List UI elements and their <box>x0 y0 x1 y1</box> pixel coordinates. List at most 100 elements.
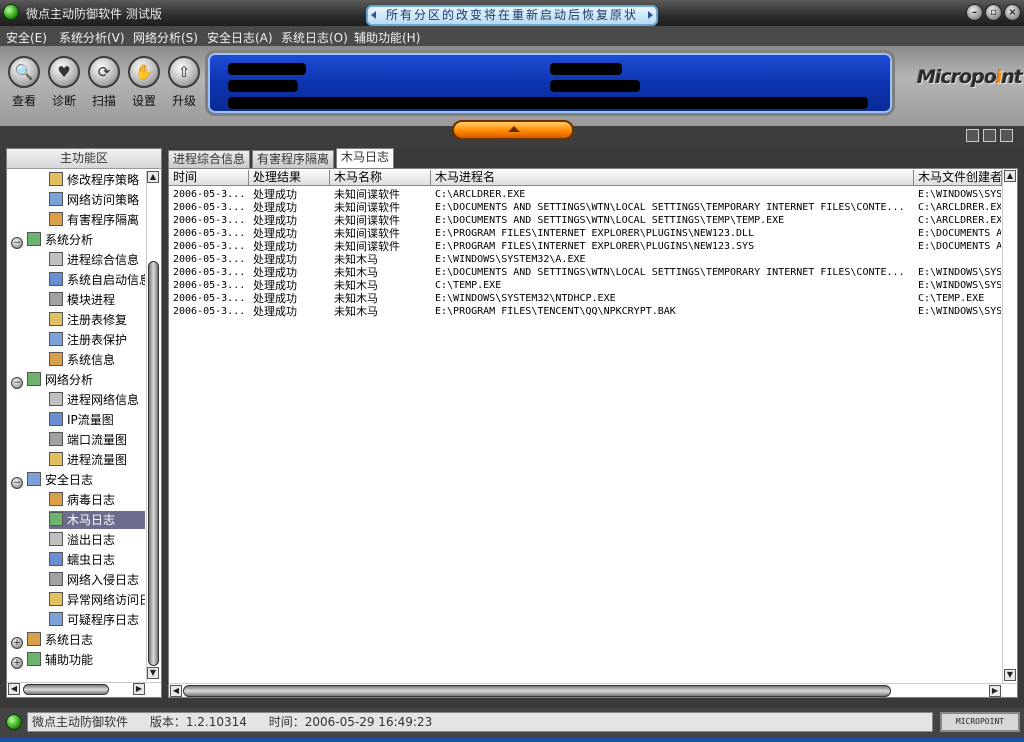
table-row[interactable]: 2006-05-3... 处理成功 未知间谍软件 E:\DOCUMENTS AND S… <box>169 214 1001 227</box>
table-cell: C:\TEMP.EXE <box>918 293 985 304</box>
tree-item-label: 安全日志 <box>45 473 94 487</box>
scroll-down-icon[interactable]: ▼ <box>1004 669 1016 681</box>
tree-item-label: 进程网络信息 <box>67 393 140 407</box>
settings-button[interactable]: ✋ 设置 <box>124 56 164 109</box>
registry-repair-icon <box>49 312 63 326</box>
tab-quarantine[interactable]: 有害程序隔离 <box>252 150 335 168</box>
table-row[interactable]: 2006-05-3... 处理成功 未知间谍软件 E:\DOCUMENTS AND S… <box>169 201 1001 214</box>
table-row[interactable]: 2006-05-3... 处理成功 未知木马 E:\PROGRAM FILES\TEN… <box>169 305 1001 318</box>
tree-item[interactable]: 进程网络信息 <box>49 391 139 409</box>
scroll-thumb[interactable] <box>23 684 109 695</box>
scan-button[interactable]: ⟳ 扫描 <box>84 56 124 109</box>
menu-network-analysis[interactable]: 网络分析(S) <box>133 29 198 46</box>
logo-text-a: Micropo <box>917 66 997 88</box>
tree-item[interactable]: IP流量图 <box>49 411 114 429</box>
scroll-right-icon[interactable]: ▶ <box>989 685 1001 697</box>
right-horizontal-scrollbar[interactable]: ◀ ▶ <box>169 683 1017 697</box>
menu-system-log[interactable]: 系统日志(O) <box>281 29 348 46</box>
left-horizontal-scrollbar[interactable]: ◀ ▶ <box>7 682 161 696</box>
tree-item[interactable]: + 辅助功能 <box>11 651 93 669</box>
tree-item[interactable]: 异常网络访问日志 <box>49 591 145 609</box>
column-header-creator[interactable]: 木马文件创建者 <box>914 170 1002 186</box>
table-row[interactable]: 2006-05-3... 处理成功 未知木马 E:\DOCUMENTS AND SET… <box>169 266 1001 279</box>
table-cell: E:\PROGRAM FILES\TENCENT\QQ\NPKCRYPT.BAK <box>435 306 676 317</box>
tile-icon[interactable] <box>966 129 979 142</box>
table-cell: C:\ARCLDRER.EX <box>918 215 1001 226</box>
tree-item[interactable]: 木马日志 <box>49 511 145 529</box>
tree-item[interactable]: − 系统分析 <box>11 231 93 249</box>
table-row[interactable]: 2006-05-3... 处理成功 未知木马 E:\WINDOWS\SYSTEM32\… <box>169 292 1001 305</box>
tree-item[interactable]: + 系统日志 <box>11 631 93 649</box>
tree-item[interactable]: 溢出日志 <box>49 531 115 549</box>
tree-item[interactable]: 有害程序隔离 <box>49 211 139 229</box>
scroll-thumb[interactable] <box>148 261 159 666</box>
diagnose-button[interactable]: ♥ 诊断 <box>44 56 84 109</box>
collapse-icon[interactable]: − <box>11 377 23 389</box>
tree-item[interactable]: 注册表保护 <box>49 331 127 349</box>
tree-item-label: 溢出日志 <box>67 533 116 547</box>
expand-icon[interactable]: + <box>11 657 23 669</box>
table-row[interactable]: 2006-05-3... 处理成功 未知间谍软件 E:\PROGRAM FILES\I… <box>169 227 1001 240</box>
right-vertical-scrollbar[interactable]: ▲ ▼ <box>1002 169 1017 683</box>
maximize-button[interactable]: ▫ <box>985 4 1002 21</box>
scroll-left-icon[interactable]: ◀ <box>8 683 20 695</box>
table-cell: 处理成功 <box>253 188 297 201</box>
table-row[interactable]: 2006-05-3... 处理成功 未知木马 E:\WINDOWS\SYSTEM32\… <box>169 253 1001 266</box>
tree-item[interactable]: 模块进程 <box>49 291 115 309</box>
collapse-toolbar-handle[interactable] <box>452 120 574 140</box>
column-header-process-name[interactable]: 木马进程名 <box>431 170 914 186</box>
tree-item-label: 辅助功能 <box>45 653 94 667</box>
column-header-time[interactable]: 时间 <box>169 170 249 186</box>
tree-item[interactable]: − 安全日志 <box>11 471 93 489</box>
scroll-up-icon[interactable]: ▲ <box>1004 170 1016 182</box>
tab-process-info[interactable]: 进程综合信息 <box>168 150 251 168</box>
tree-item[interactable]: 注册表修复 <box>49 311 127 329</box>
table-row[interactable]: 2006-05-3... 处理成功 未知间谍软件 E:\PROGRAM FILES\I… <box>169 240 1001 253</box>
left-vertical-scrollbar[interactable]: ▲ ▼ <box>146 171 160 681</box>
info-panel <box>205 50 895 116</box>
restore-icon[interactable] <box>983 129 996 142</box>
close-panel-icon[interactable] <box>1000 129 1013 142</box>
tab-trojan-log[interactable]: 木马日志 <box>336 148 395 168</box>
column-header-result[interactable]: 处理结果 <box>249 170 330 186</box>
table-row[interactable]: 2006-05-3... 处理成功 未知间谍软件 C:\ARCLDRER.EXE E:\… <box>169 188 1001 201</box>
minimize-button[interactable]: – <box>966 4 983 21</box>
scroll-up-icon[interactable]: ▲ <box>147 171 159 183</box>
close-button[interactable]: × <box>1004 4 1021 21</box>
tree-item[interactable]: 进程流量图 <box>49 451 127 469</box>
expand-icon[interactable]: + <box>11 637 23 649</box>
tree-item-label: 系统分析 <box>45 233 94 247</box>
scroll-left-icon[interactable]: ◀ <box>170 685 182 697</box>
tree-item[interactable]: − 网络分析 <box>11 371 93 389</box>
view-button[interactable]: 🔍 查看 <box>4 56 44 109</box>
menu-security-log[interactable]: 安全日志(A) <box>207 29 273 46</box>
table-cell: E:\DOCUMENTS AND SETTINGS\WTN\LOCAL SETT… <box>435 215 785 226</box>
tree-item[interactable]: 系统信息 <box>49 351 115 369</box>
tree-item[interactable]: 端口流量图 <box>49 431 127 449</box>
collapse-icon[interactable]: − <box>11 477 23 489</box>
tree-item[interactable]: 蠕虫日志 <box>49 551 115 569</box>
tree-item[interactable]: 系统自启动信息 <box>49 271 145 289</box>
table-row[interactable]: 2006-05-3... 处理成功 未知木马 C:\TEMP.EXE E:\WINDOW… <box>169 279 1001 292</box>
scroll-down-icon[interactable]: ▼ <box>147 667 159 679</box>
table-cell: E:\PROGRAM FILES\INTERNET EXPLORER\PLUGI… <box>435 228 755 239</box>
table-cell: 处理成功 <box>253 214 297 227</box>
notice-banner: 所有分区的改变将在重新启动后恢复原状 <box>366 5 658 26</box>
tree-item[interactable]: 网络入侵日志 <box>49 571 139 589</box>
table-cell: 未知间谍软件 <box>334 201 400 214</box>
tree-item[interactable]: 修改程序策略 <box>49 171 139 189</box>
tree-item-label: 进程流量图 <box>67 453 128 467</box>
upgrade-button[interactable]: ⇧ 升级 <box>164 56 204 109</box>
menu-system-analysis[interactable]: 系统分析(V) <box>59 29 125 46</box>
menu-security[interactable]: 安全(E) <box>6 29 47 46</box>
column-header-trojan-name[interactable]: 木马名称 <box>330 170 431 186</box>
tree-item[interactable]: 可疑程序日志 <box>49 611 139 629</box>
tree-item[interactable]: 进程综合信息 <box>49 251 139 269</box>
scroll-thumb[interactable] <box>183 685 891 697</box>
autostart-icon <box>49 272 63 286</box>
scroll-right-icon[interactable]: ▶ <box>133 683 145 695</box>
tree-item[interactable]: 网络访问策略 <box>49 191 139 209</box>
tree-item[interactable]: 病毒日志 <box>49 491 115 509</box>
collapse-icon[interactable]: − <box>11 237 23 249</box>
menu-aux[interactable]: 辅助功能(H) <box>354 29 420 46</box>
